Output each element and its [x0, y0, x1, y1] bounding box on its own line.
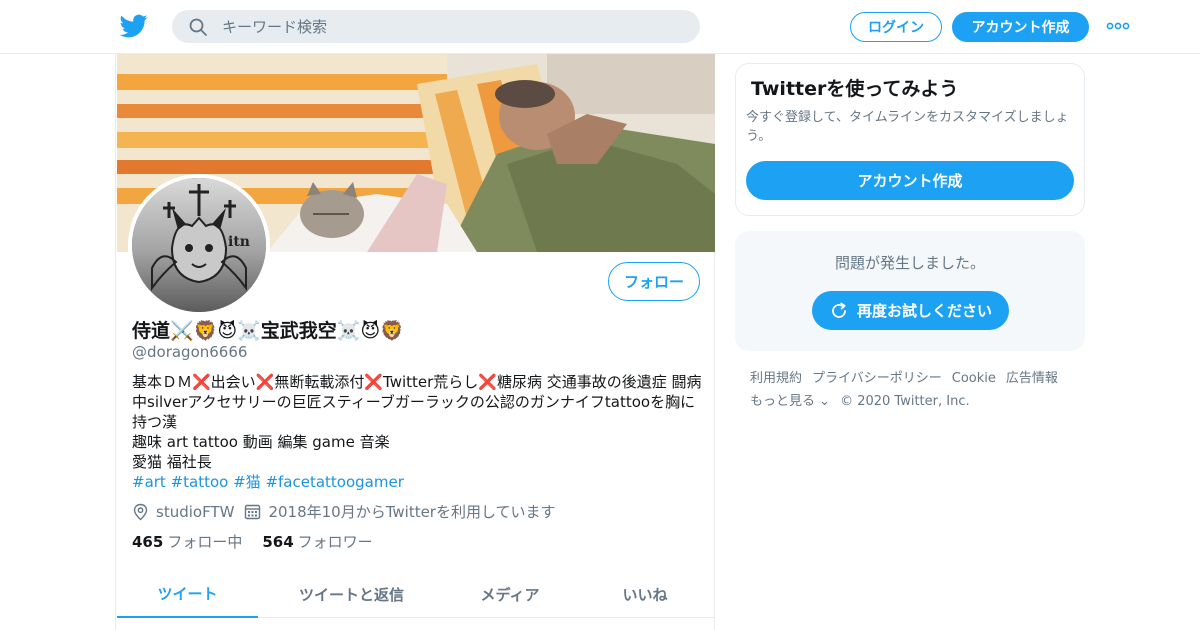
followers-count: 564: [262, 533, 294, 551]
location-text: studioFTW: [156, 502, 235, 521]
tab-tweets[interactable]: ツイート: [117, 570, 258, 618]
profile-meta: studioFTW 2018年10月からTwitterを利用しています: [132, 501, 566, 522]
chevron-down-icon: ⌄: [819, 394, 831, 409]
profile-tabs: ツイート ツイートと返信 メディア いいね: [117, 570, 715, 618]
profile-stats: 465 フォロー中 564 フォロワー: [132, 531, 393, 552]
profile-handle: @doragon6666: [132, 343, 248, 361]
joined-text: 2018年10月からTwitterを利用しています: [268, 503, 556, 521]
footer-row: もっと見る ⌄ © 2020 Twitter, Inc.: [750, 390, 1080, 413]
profile-joined: 2018年10月からTwitterを利用しています: [244, 501, 556, 522]
login-button[interactable]: ログイン: [850, 12, 942, 42]
footer-more-link[interactable]: もっと見る ⌄: [750, 390, 830, 413]
search-icon: [189, 18, 207, 36]
footer-more-label: もっと見る: [750, 394, 816, 409]
tab-media[interactable]: メディア: [445, 570, 575, 618]
tab-likes[interactable]: いいね: [575, 570, 715, 618]
bio-line: 趣味 art tattoo 動画 編集 game 音楽: [132, 433, 390, 451]
follow-button[interactable]: フォロー: [608, 262, 700, 301]
calendar-icon: [245, 504, 261, 520]
footer-link-privacy[interactable]: プライバシーポリシー: [812, 367, 942, 390]
followers-label: フォロワー: [297, 533, 373, 551]
error-message: 問題が発生しました。: [834, 254, 985, 272]
footer-links: 利用規約 プライバシーポリシー Cookie 広告情報 もっと見る ⌄ © 20…: [750, 367, 1080, 413]
following-stat[interactable]: 465 フォロー中: [132, 531, 242, 552]
top-navigation-bar: ログイン アカウント作成: [0, 0, 1200, 54]
profile-column: itn フォロー 侍道⚔️🦁😈☠️宝武我空☠️😈🦁 @doragon6666 基…: [115, 54, 715, 630]
footer-copyright: © 2020 Twitter, Inc.: [840, 394, 970, 409]
twitter-bird-icon[interactable]: [120, 12, 148, 40]
profile-display-name: 侍道⚔️🦁😈☠️宝武我空☠️😈🦁: [132, 320, 404, 342]
bio-line: 愛猫 福社長: [132, 453, 212, 471]
refresh-icon: [832, 302, 846, 318]
bio-hashtags[interactable]: #art #tattoo #猫 #facetattoogamer: [132, 472, 704, 492]
profile-bio: 基本ＤＭ❌出会い❌無断転載添付❌Twitter荒らし❌糖尿病 交通事故の後遺症 …: [132, 372, 704, 492]
signup-card-title: Twitterを使ってみよう: [751, 78, 959, 100]
more-dots-icon[interactable]: [1106, 18, 1130, 34]
retry-label: 再度お試しください: [856, 302, 992, 320]
profile-location: studioFTW: [132, 503, 234, 521]
footer-link-ads[interactable]: 広告情報: [1006, 367, 1058, 390]
followers-stat[interactable]: 564 フォロワー: [262, 531, 372, 552]
following-label: フォロー中: [167, 533, 243, 551]
error-card: 問題が発生しました。 再度お試しください: [735, 231, 1085, 351]
avatar-artwork: itn: [132, 178, 266, 312]
signup-card: Twitterを使ってみよう 今すぐ登録して、タイムラインをカスタマイズしましょ…: [735, 63, 1085, 216]
profile-avatar[interactable]: itn: [128, 174, 270, 316]
following-count: 465: [132, 533, 164, 551]
footer-row: 利用規約 プライバシーポリシー Cookie 広告情報: [750, 367, 1080, 390]
tab-tweets-and-replies[interactable]: ツイートと返信: [258, 570, 445, 618]
search-input[interactable]: [222, 10, 682, 43]
footer-link-cookie[interactable]: Cookie: [952, 367, 996, 390]
signup-button[interactable]: アカウント作成: [952, 12, 1089, 42]
signup-card-button[interactable]: アカウント作成: [746, 161, 1074, 200]
search-box[interactable]: [172, 10, 700, 43]
footer-link-terms[interactable]: 利用規約: [750, 367, 802, 390]
signup-card-description: 今すぐ登録して、タイムラインをカスタマイズしましょう。: [746, 110, 1069, 144]
retry-button[interactable]: 再度お試しください: [812, 291, 1009, 330]
location-pin-icon: [133, 503, 148, 520]
bio-line: 基本ＤＭ❌出会い❌無断転載添付❌Twitter荒らし❌糖尿病 交通事故の後遺症 …: [132, 373, 702, 431]
svg-text:itn: itn: [228, 234, 250, 250]
